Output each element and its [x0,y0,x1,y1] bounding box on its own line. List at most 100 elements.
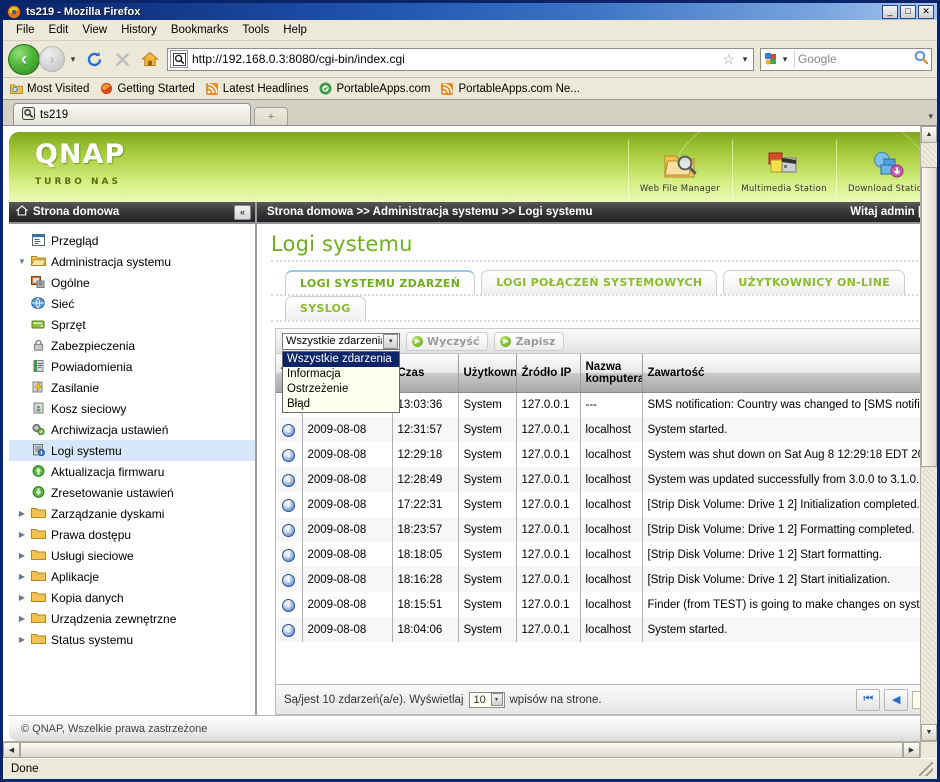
sidebar-item-powiadomienia[interactable]: Powiadomienia [9,356,255,377]
clear-logs-button[interactable]: ▶ Wyczyść [406,331,489,351]
chevron-right-icon[interactable]: ▶ [15,551,29,560]
chevron-right-icon[interactable]: ▶ [15,593,29,602]
menu-view[interactable]: View [75,22,114,38]
option-ostrzezenie[interactable]: Ostrzeżenie [283,382,399,397]
stop-icon[interactable] [109,46,135,72]
event-filter[interactable]: Wszystkie zdarzenia ▾ Wszystkie zdarzeni… [282,332,400,413]
table-row[interactable]: i 2009-08-08 12:29:18 System 127.0.0.1 l… [276,442,920,467]
table-row[interactable]: i 2009-08-08 18:23:57 System 127.0.0.1 l… [276,517,920,542]
sidebar-item-urzadzenia-zewnetrzne[interactable]: ▶ Urządzenia zewnętrzne [9,608,255,629]
bookmark-portableapps-news[interactable]: PortableApps.com Ne... [440,82,580,96]
chevron-down-icon[interactable]: ▾ [67,54,79,65]
url-text[interactable]: http://192.168.0.3:8080/cgi-bin/index.cg… [192,52,718,66]
table-row[interactable]: i 2009-08-08 18:18:05 System 127.0.0.1 l… [276,542,920,567]
welcome-logout[interactable]: Witaj admin | Wyloguj [850,206,920,218]
magnifier-icon[interactable] [914,50,929,68]
horizontal-scroll-track[interactable] [20,742,903,758]
bookmark-latest-headlines[interactable]: Latest Headlines [205,82,308,96]
scroll-down-button[interactable]: ▼ [921,724,937,741]
event-filter-dropdown[interactable]: Wszystkie zdarzenia Informacja Ostrzeżen… [282,350,400,413]
table-row[interactable]: i 2009-08-08 12:31:57 System 127.0.0.1 l… [276,417,920,442]
sidebar-item-prawa-dostepu[interactable]: ▶ Prawa dostępu [9,524,255,545]
tab-logi-polaczen-systemowych[interactable]: LOGI POŁĄCZEŃ SYSTEMOWYCH [481,270,718,294]
sidebar-item-uslugi-sieciowe[interactable]: ▶ Usługi sieciowe [9,545,255,566]
tab-syslog[interactable]: SYSLOG [285,296,366,320]
sidebar-item-aplikacje[interactable]: ▶ Aplikacje [9,566,255,587]
sidebar-item-aktualizacja-firmwaru[interactable]: Aktualizacja firmwaru [9,461,255,482]
vertical-scroll-thumb[interactable] [921,167,937,467]
qnap-logo[interactable]: QNAP TURBO NAS [9,132,309,202]
sidebar-item-status-systemu[interactable]: ▶ Status systemu [9,629,255,650]
search-bar[interactable]: ▾ Google [760,47,932,71]
bookmark-most-visited[interactable]: Most Visited [9,82,89,96]
app-multimedia-station[interactable]: Multimedia Station [731,140,836,202]
horizontal-scrollbar[interactable]: ◀ ▶ [3,741,920,758]
table-row[interactable]: i 2009-08-08 17:22:31 System 127.0.0.1 l… [276,492,920,517]
option-informacja[interactable]: Informacja [283,367,399,382]
sidebar-item-archiwizacja-ustawien[interactable]: Archiwizacja ustawień [9,419,255,440]
chevron-right-icon[interactable]: ▶ [15,614,29,623]
menu-help[interactable]: Help [276,22,314,38]
tab-logi-systemu-zdarzen[interactable]: LOGI SYSTEMU ZDARZEŃ [285,270,476,294]
sidebar-item-zasilanie[interactable]: Zasilanie [9,377,255,398]
first-page-button[interactable]: ⏮ [856,688,881,711]
chevron-right-icon[interactable]: ▶ [15,635,29,644]
sidebar-collapse-button[interactable]: « [234,204,251,220]
horizontal-scroll-thumb[interactable] [20,742,903,758]
google-icon[interactable] [763,51,779,67]
col-nazwa-komputera[interactable]: Nazwa komputera [580,354,643,393]
app-web-file-manager[interactable]: Web File Manager [627,140,732,202]
forward-button[interactable]: › [39,46,65,72]
sidebar-item-siec[interactable]: Sieć [9,293,255,314]
bookmark-star-icon[interactable]: ☆ [718,51,739,68]
save-logs-button[interactable]: ▶ Zapisz [494,331,565,351]
bookmark-getting-started[interactable]: Getting Started [99,82,195,96]
col-zawartosc[interactable]: Zawartość [642,354,920,393]
table-row[interactable]: i 2009-08-08 12:28:49 System 127.0.0.1 l… [276,467,920,492]
search-input[interactable]: Google [798,52,914,66]
scroll-left-button[interactable]: ◀ [3,742,20,758]
page-number-input[interactable]: 1 [912,690,920,709]
scroll-up-button[interactable]: ▲ [921,126,937,143]
menu-history[interactable]: History [114,22,164,38]
chevron-down-icon[interactable]: ▾ [383,333,398,349]
menu-tools[interactable]: Tools [235,22,276,38]
option-wszystkie-zdarzenia[interactable]: Wszystkie zdarzenia [283,351,399,367]
vertical-scroll-track[interactable] [921,143,937,724]
browser-tab-ts219[interactable]: ts219 [13,103,251,125]
sidebar-item-kosz-sieciowy[interactable]: Kosz sieciowy [9,398,255,419]
sidebar-item-kopia-danych[interactable]: ▶ Kopia danych [9,587,255,608]
menu-edit[interactable]: Edit [42,22,76,38]
scroll-right-button[interactable]: ▶ [903,742,920,758]
sidebar-item-zarzadzanie-dyskami[interactable]: ▶ Zarządzanie dyskami [9,503,255,524]
reload-icon[interactable] [81,46,107,72]
bookmark-portableapps[interactable]: PortableApps.com [318,82,430,96]
col-zrodlo-ip[interactable]: Źródło IP [516,354,581,393]
resize-grip[interactable] [919,762,933,776]
list-all-tabs-icon[interactable]: ▾ [928,111,933,122]
chevron-right-icon[interactable]: ▶ [15,572,29,581]
new-tab-button[interactable]: + [254,107,288,125]
table-row[interactable]: i 2009-08-08 18:16:28 System 127.0.0.1 l… [276,567,920,592]
chevron-down-icon[interactable]: ▼ [15,257,29,266]
sidebar-item-zresetowanie-ustawien[interactable]: Zresetowanie ustawień [9,482,255,503]
tab-uzytkownicy-online[interactable]: UŻYTKOWNICY ON-LINE [723,270,906,294]
sidebar-item-przeglad[interactable]: Przegląd [9,230,255,251]
minimize-button[interactable]: _ [882,4,898,19]
sidebar-item-administracja-systemu[interactable]: ▼ Administracja systemu [9,251,255,272]
event-filter-select[interactable]: Wszystkie zdarzenia ▾ [282,332,400,350]
sidebar-item-logi-systemu[interactable]: Logi systemu [9,440,255,461]
table-row[interactable]: i 2009-08-08 18:04:06 System 127.0.0.1 l… [276,617,920,642]
sidebar-item-zabezpieczenia[interactable]: Zabezpieczenia [9,335,255,356]
option-blad[interactable]: Błąd [283,397,399,412]
sidebar-item-sprzet[interactable]: Sprzęt [9,314,255,335]
menu-bookmarks[interactable]: Bookmarks [164,22,236,38]
page-size-select[interactable]: 10 ▾ [468,691,505,708]
vertical-scrollbar[interactable]: ▲ ▼ [920,126,937,741]
col-uzytkownicy[interactable]: Użytkownicy [458,354,517,393]
search-engine-caret-icon[interactable]: ▾ [779,54,791,65]
back-button[interactable]: ‹ [8,43,40,75]
sidebar-item-ogolne[interactable]: Ogólne [9,272,255,293]
chevron-right-icon[interactable]: ▶ [15,509,29,518]
url-dropdown-icon[interactable]: ▾ [739,54,751,65]
